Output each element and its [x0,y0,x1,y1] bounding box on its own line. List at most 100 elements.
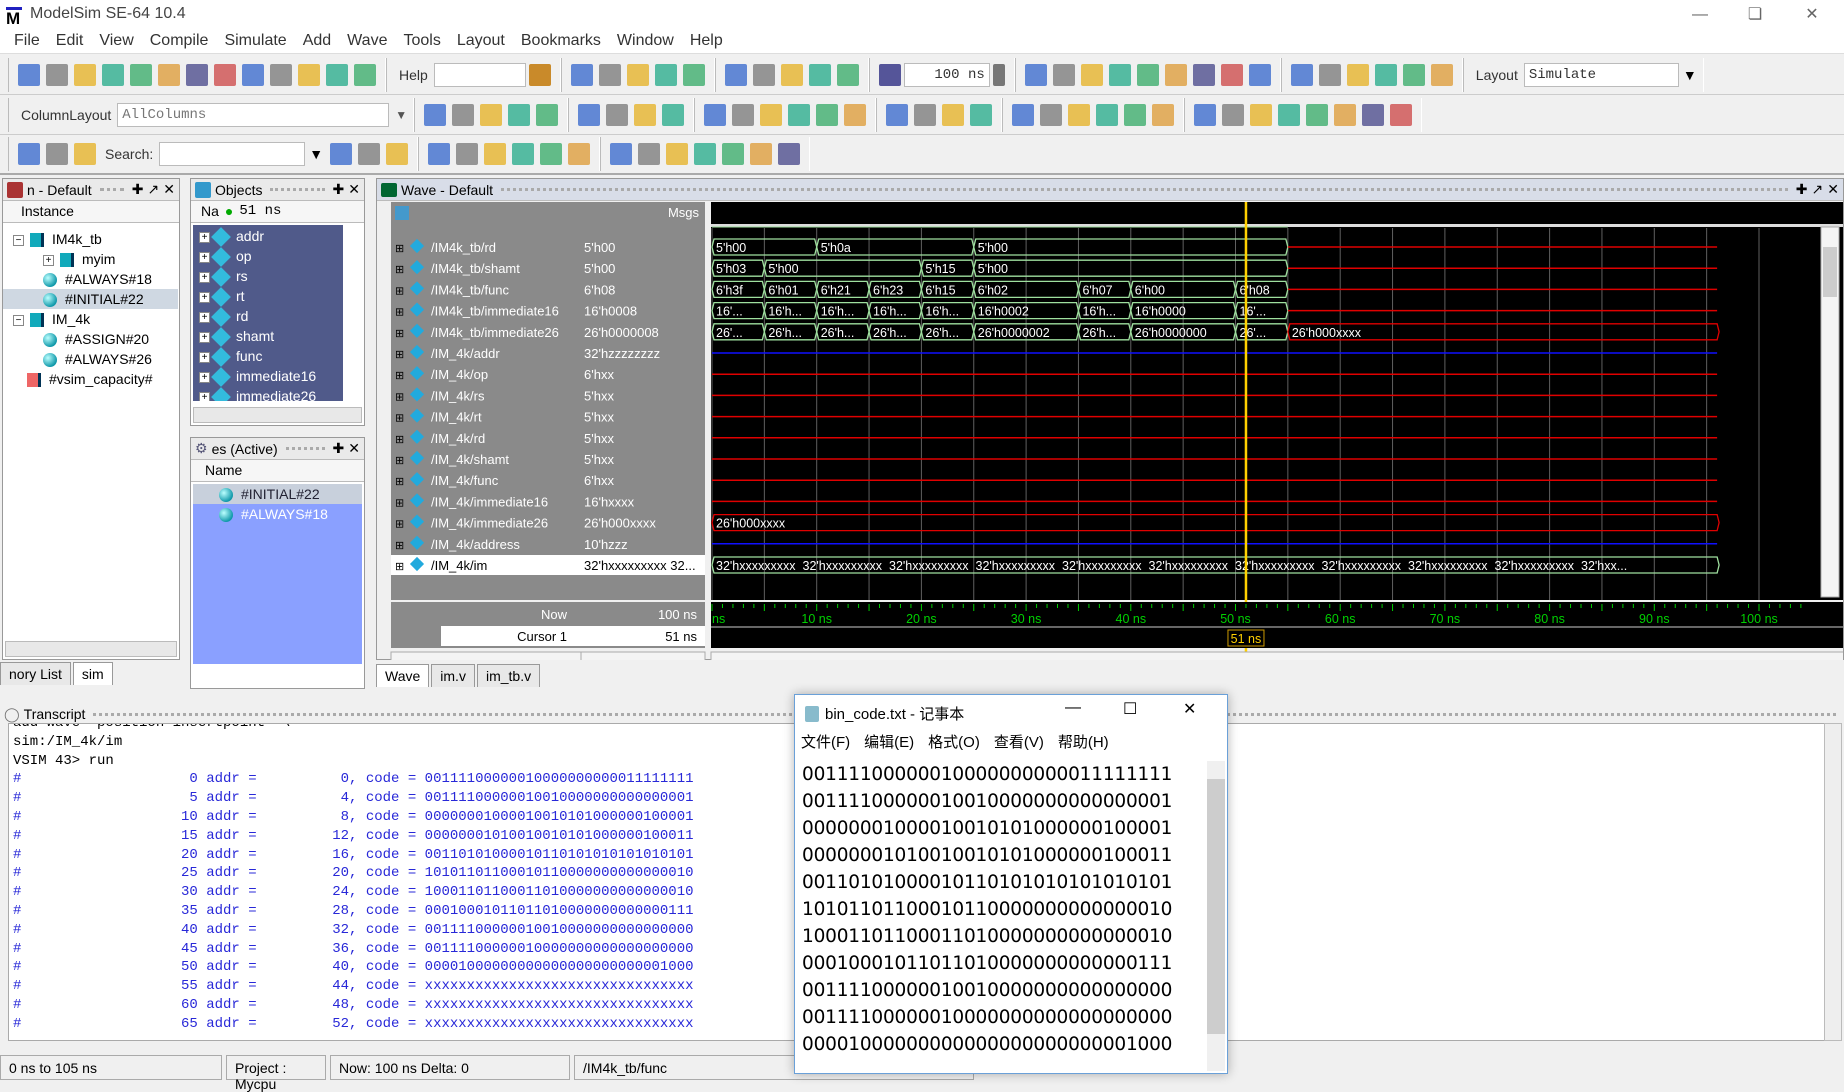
tree-item[interactable]: #ASSIGN#20 [3,329,178,349]
close-icon[interactable]: ✕ [163,181,175,198]
compile-icon[interactable] [570,63,593,86]
menu-compile[interactable]: Compile [142,30,217,53]
step-over-icon[interactable] [1318,63,1341,86]
expand-signal-icon[interactable] [18,143,40,165]
tree-item[interactable]: − IM_4k [3,309,178,329]
delete-cursor-icon[interactable] [1222,103,1245,126]
break-red-icon[interactable] [1164,63,1187,86]
restart-icon[interactable] [1024,63,1047,86]
collapse-icon[interactable] [354,63,376,86]
prev-edge-icon[interactable] [1250,103,1273,126]
step-out-all-icon[interactable] [1430,63,1453,86]
zoom-range-icon[interactable] [568,143,591,165]
new-file-icon[interactable] [18,63,40,86]
next-rising-icon[interactable] [1390,103,1413,126]
expand-icon[interactable]: + [199,311,210,323]
collapse-icon[interactable]: − [13,314,24,326]
expand-all-icon[interactable] [74,143,96,165]
column-layout-select[interactable]: AllColumns [117,102,390,127]
zoom-box-icon[interactable] [1040,103,1063,126]
expand-icon[interactable]: ⊞ [395,243,404,255]
find-binoculars-icon[interactable] [326,63,348,86]
expand-icon[interactable]: ⊞ [395,391,404,403]
step-out-icon[interactable] [1346,63,1369,86]
expand-icon[interactable]: ⊞ [395,307,404,319]
dock-icon[interactable]: ✚ [333,181,345,198]
time-snap-icon[interactable] [1124,103,1147,126]
expand-icon[interactable]: + [199,391,210,401]
cursor-delete-icon[interactable] [634,103,657,126]
link-icon[interactable] [724,63,747,86]
expand-icon[interactable]: + [199,351,210,363]
bus-o-icon[interactable] [732,103,755,126]
object-item[interactable]: + rs [193,266,343,288]
process-item[interactable]: #INITIAL#22 [193,484,362,504]
chevron-down-icon[interactable]: ▼ [309,146,323,162]
menu-edit[interactable]: Edit [48,30,92,53]
search-forward-icon[interactable] [330,143,353,165]
step-into-all-icon[interactable] [1374,63,1397,86]
wave-viewer[interactable]: Msgs ⊞ /IM4k_tb/rd 5'h00 5'h00 5'h0a 5'h00 ⊞ /IM… [377,202,1843,660]
step-into-icon[interactable] [1290,63,1313,86]
cursor-find-icon[interactable] [606,103,629,126]
simulate-icon[interactable] [654,63,677,86]
compile-all-icon[interactable] [598,63,621,86]
expand-icon[interactable]: ⊞ [395,434,404,446]
expand-icon[interactable]: ⊞ [395,540,404,552]
cut-icon[interactable] [158,63,180,86]
bus-box-icon[interactable] [788,103,811,126]
tree-item[interactable]: #INITIAL#22 [3,289,178,309]
name-column-header[interactable]: Name [191,460,364,482]
notepad-menu-item[interactable]: 帮助(H) [1058,731,1109,752]
dock-icon[interactable]: ✚ [1796,181,1808,198]
object-item[interactable]: + addr [193,226,343,248]
expand-icon[interactable]: ⊞ [395,328,404,340]
add-circle-icon[interactable] [298,63,320,86]
open-folder-icon[interactable] [46,63,68,86]
run-length-spinner[interactable] [992,63,1005,86]
object-item[interactable]: + shamt [193,326,343,348]
search-backward-icon[interactable] [358,143,381,165]
name-column-header[interactable]: Na [201,203,219,220]
wave-bar-icon[interactable] [638,143,661,165]
redo-icon[interactable] [270,63,292,86]
expand-icon[interactable]: ⊞ [395,455,404,467]
object-item[interactable]: + func [193,346,343,368]
refresh-icon[interactable] [102,63,124,86]
next-falling-icon[interactable] [1334,103,1357,126]
traffic-light-icon[interactable] [1152,103,1175,126]
save-icon[interactable] [74,63,96,86]
menu-wave[interactable]: Wave [339,30,395,53]
tree-item[interactable]: #ALWAYS#26 [3,349,178,369]
arrow-right-icon[interactable] [836,63,859,86]
values-scrollbar[interactable] [580,651,706,660]
zoom-in-icon[interactable] [428,143,451,165]
tab-im-v[interactable]: im.v [431,664,475,687]
memory-profile-icon[interactable] [1220,63,1243,86]
expand-icon[interactable]: ⊞ [395,561,404,573]
compile-order-icon[interactable] [626,63,649,86]
gear-red-icon[interactable] [886,103,909,126]
run-continue-icon[interactable] [1080,63,1103,86]
expand-icon[interactable]: + [43,254,54,266]
tab-sim[interactable]: sim [72,662,113,685]
zoom-cursor-icon[interactable] [512,143,535,165]
close-button[interactable]: ✕ [1183,699,1196,719]
chevron-down-icon[interactable]: ▼ [395,108,407,122]
export-wave-icon[interactable] [536,103,559,126]
cursor-lock-icon[interactable] [662,103,685,126]
run-length-input[interactable] [903,62,990,87]
help-search-input[interactable] [433,62,526,87]
cursor-pair-icon[interactable] [1096,103,1119,126]
menu-file[interactable]: File [6,30,48,53]
bus-io-icon[interactable] [760,103,783,126]
vertical-scrollbar[interactable] [1207,761,1225,1071]
menu-simulate[interactable]: Simulate [216,30,294,53]
cursor-x-icon[interactable] [578,103,601,126]
names-scrollbar[interactable] [390,651,582,660]
prev-falling-icon[interactable] [1306,103,1329,126]
save-wave-icon[interactable] [508,103,531,126]
add-wave-icon[interactable] [424,103,447,126]
remove-wave-icon[interactable] [452,103,475,126]
tab-wave[interactable]: Wave [376,664,430,687]
